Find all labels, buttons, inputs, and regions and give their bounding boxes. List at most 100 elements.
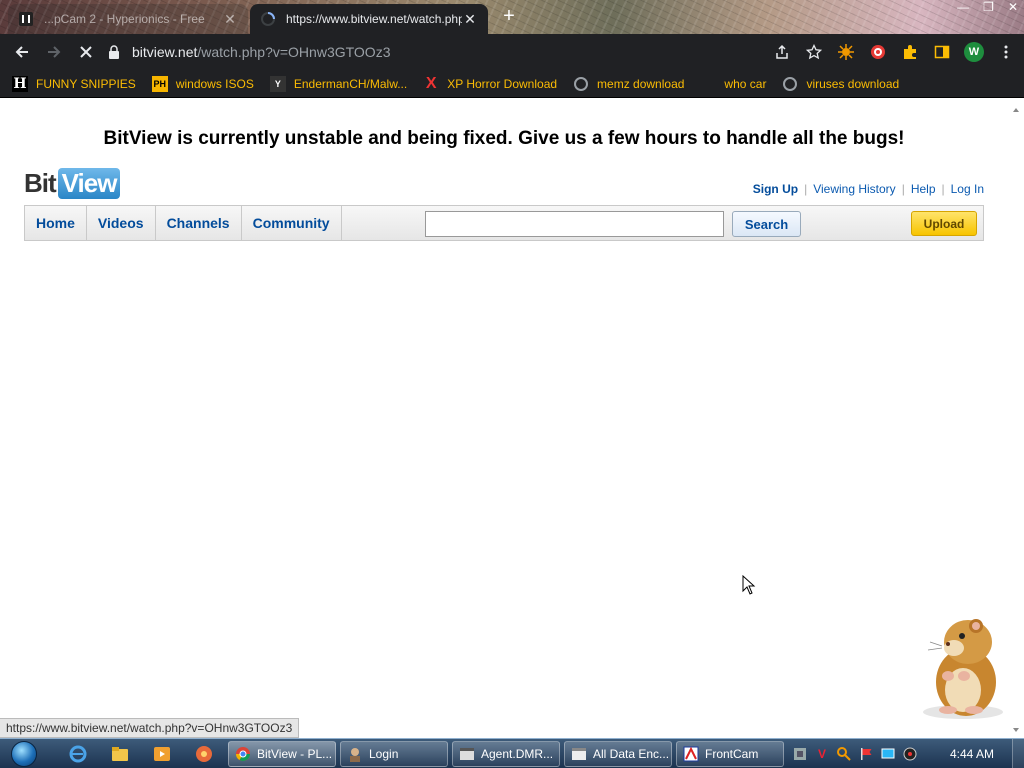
back-button[interactable] [6, 36, 38, 68]
show-desktop-button[interactable] [1012, 739, 1024, 768]
network-tray-icon[interactable] [792, 746, 808, 762]
link-separator: | [941, 182, 945, 196]
key-tray-icon[interactable] [836, 746, 852, 762]
tab-title: https://www.bitview.net/watch.php [286, 12, 462, 26]
bookmark-label: viruses download [806, 76, 900, 91]
app-flower-icon[interactable] [194, 744, 214, 764]
bookmark-label: FUNNY SNIPPIES [36, 76, 136, 91]
chrome-icon [236, 747, 250, 761]
task-label: BitView - PL... [257, 747, 333, 761]
taskbar-item-agent[interactable]: Agent.DMR... [452, 741, 560, 767]
site-nav-bar: Home Videos Channels Community Search Up… [24, 205, 984, 241]
x-logo-icon: X [425, 74, 437, 92]
logo-text-bit: Bit [24, 167, 57, 198]
forward-button[interactable] [38, 36, 70, 68]
bookmark-star-icon[interactable] [804, 42, 824, 62]
close-window-button[interactable]: ✕ [1008, 0, 1018, 18]
bitview-logo[interactable]: Bit View [24, 166, 121, 200]
share-icon[interactable] [772, 42, 792, 62]
taskbar-item-all-data[interactable]: All Data Enc... [564, 741, 672, 767]
taskbar-item-bitview[interactable]: BitView - PL... [228, 741, 336, 767]
taskbar-item-frontcam[interactable]: FrontCam [676, 741, 784, 767]
link-separator: | [804, 182, 808, 196]
burst-extension-icon[interactable] [836, 42, 856, 62]
media-player-icon[interactable] [152, 744, 172, 764]
globe-icon [573, 76, 589, 92]
viewing-history-link[interactable]: Viewing History [813, 182, 895, 196]
yp-logo-icon: Y [269, 75, 286, 92]
close-icon [80, 46, 92, 58]
bookmark-label: windows ISOS [175, 76, 254, 91]
signup-link[interactable]: Sign Up [753, 182, 798, 196]
new-tab-button[interactable]: + [498, 6, 520, 28]
ph-logo-icon: PH [151, 75, 168, 92]
bookmark-windows-isos[interactable]: PH windows ISOS [151, 75, 254, 92]
windows-logo-icon [11, 741, 37, 767]
side-panel-icon[interactable] [932, 42, 952, 62]
tab-close-icon[interactable]: ✕ [222, 11, 238, 28]
url-host: bitview.net [132, 44, 198, 60]
nav-videos[interactable]: Videos [87, 206, 156, 240]
internet-explorer-icon[interactable] [68, 744, 88, 764]
file-explorer-icon[interactable] [110, 744, 130, 764]
upload-button[interactable]: Upload [911, 211, 977, 236]
bookmark-endermanch[interactable]: Y EndermanCH/Malw... [269, 75, 408, 92]
start-button[interactable] [8, 739, 40, 768]
frontcam-icon [683, 746, 699, 762]
scroll-down-icon[interactable] [1013, 728, 1019, 732]
arrow-left-icon [15, 46, 28, 58]
bookmark-memz-download[interactable]: memz download [573, 76, 684, 92]
logo-text-view: View [57, 167, 121, 199]
loading-spinner-icon [261, 12, 275, 26]
nav-community[interactable]: Community [242, 206, 342, 240]
display-tray-icon[interactable] [880, 746, 896, 762]
nav-home[interactable]: Home [25, 206, 87, 240]
browser-tab-inactive[interactable]: ...pCam 2 - Hyperionics - Free ✕ [8, 4, 248, 34]
arrow-right-icon [48, 46, 61, 58]
flag-tray-icon[interactable] [858, 746, 874, 762]
taskbar-item-login[interactable]: Login [340, 741, 448, 767]
window-app-icon [572, 748, 586, 760]
target-extension-icon[interactable] [868, 42, 888, 62]
bookmark-label: memz download [597, 76, 685, 91]
scroll-up-icon[interactable] [1013, 108, 1019, 112]
search-button[interactable]: Search [732, 211, 801, 237]
nav-channels[interactable]: Channels [156, 206, 242, 240]
system-tray: V [792, 739, 918, 768]
window-app-icon [460, 748, 474, 760]
stop-loading-button[interactable] [70, 36, 102, 68]
taskbar-clock[interactable]: 4:44 AM [950, 739, 994, 768]
login-link[interactable]: Log In [951, 182, 984, 196]
search-input[interactable] [425, 211, 724, 237]
tab-close-icon[interactable]: ✕ [462, 11, 478, 28]
page-scrollbar[interactable] [1008, 102, 1024, 738]
v-tray-icon[interactable]: V [814, 746, 830, 762]
h-logo-icon: H [12, 75, 28, 92]
kebab-menu-icon[interactable] [996, 42, 1016, 62]
task-label: FrontCam [705, 747, 759, 761]
user-links: Sign Up | Viewing History | Help | Log I… [753, 182, 984, 196]
address-bar[interactable]: bitview.net/watch.php?v=OHnw3GTOOz3 [108, 37, 758, 67]
minimize-button[interactable]: — [957, 0, 969, 18]
bookmarks-bar: H FUNNY SNIPPIES PH windows ISOS Y Ender… [0, 70, 1024, 98]
tab-title: ...pCam 2 - Hyperionics - Free [44, 12, 205, 26]
bookmark-label: EndermanCH/Malw... [293, 76, 408, 91]
profile-avatar[interactable]: W [964, 42, 984, 62]
puzzle-extensions-icon[interactable] [900, 42, 920, 62]
url-path: /watch.php?v=OHnw3GTOOz3 [197, 44, 391, 60]
bookmark-funny-snippies[interactable]: H FUNNY SNIPPIES [12, 75, 136, 92]
windows-taskbar: BitView - PL... Login Agent.DMR... All D… [0, 738, 1024, 768]
site-notice-banner: BitView is currently unstable and being … [103, 128, 905, 149]
page-viewport: BitView is currently unstable and being … [0, 102, 1008, 738]
bookmark-who-car[interactable]: who car [724, 77, 766, 91]
hamster-mascot-image [923, 619, 1003, 719]
maximize-button[interactable]: ❐ [983, 0, 994, 18]
help-link[interactable]: Help [911, 182, 936, 196]
browser-tab-strip: ...pCam 2 - Hyperionics - Free ✕ https:/… [0, 0, 1024, 34]
bookmark-viruses-download[interactable]: viruses download [782, 76, 899, 92]
volume-tray-icon[interactable] [902, 746, 918, 762]
bookmark-xp-horror[interactable]: X XP Horror Download [423, 74, 557, 92]
browser-tab-active[interactable]: https://www.bitview.net/watch.php ✕ [250, 4, 488, 34]
link-separator: | [901, 182, 905, 196]
tab-favicon [19, 12, 33, 26]
